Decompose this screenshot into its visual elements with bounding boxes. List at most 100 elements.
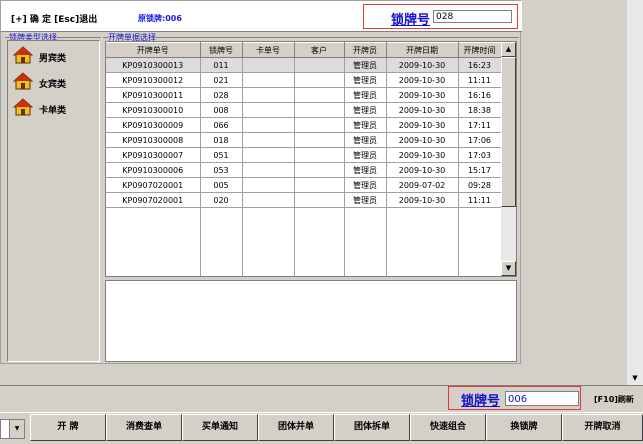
table-row[interactable]: KP0910300006 053 管理员 2009-10-30 15:17 [106, 162, 502, 178]
cancel-tab-button[interactable]: 开牌取消 [562, 414, 643, 441]
table-cell: 管理员 [344, 132, 387, 148]
scroll-up-icon[interactable]: ▲ [501, 42, 516, 57]
table-cell: 管理员 [344, 192, 387, 208]
house-icon [13, 72, 33, 90]
table-row[interactable]: KP0910300008 018 管理员 2009-10-30 17:06 [106, 132, 502, 148]
table-cell [242, 147, 295, 163]
column-header[interactable]: 客户 [294, 42, 345, 58]
table-cell: 管理员 [344, 102, 387, 118]
table-cell: 2009-10-30 [386, 162, 459, 178]
table-cell: 028 [200, 87, 243, 103]
current-lock-box: 锁牌号 006 [448, 386, 581, 410]
table-cell [242, 72, 295, 88]
category-item-card[interactable]: 卡单类 [11, 97, 93, 119]
table-row[interactable]: KP0910300012 021 管理员 2009-10-30 11:11 [106, 72, 502, 88]
table-cell [294, 57, 345, 73]
table-cell [242, 132, 295, 148]
original-lock-label: 原锁牌:006 [138, 14, 182, 23]
column-header[interactable]: 开牌时间 [458, 42, 502, 58]
category-list: 男宾类 女宾类 卡单类 [7, 40, 100, 362]
table-row[interactable]: KP0907020001 005 管理员 2009-07-02 09:28 [106, 177, 502, 193]
table-cell [294, 117, 345, 133]
scroll-thumb[interactable] [501, 57, 516, 207]
category-item-female[interactable]: 女宾类 [11, 71, 93, 93]
table-row[interactable]: KP0910300010 008 管理员 2009-10-30 18:38 [106, 102, 502, 118]
table-cell [242, 192, 295, 208]
table-cell [242, 117, 295, 133]
table-cell: 17:03 [458, 147, 502, 163]
table-cell: 管理员 [344, 147, 387, 163]
current-lock-input[interactable]: 006 [505, 391, 579, 406]
table-cell: 16:23 [458, 57, 502, 73]
scroll-down-icon[interactable]: ▼ [501, 261, 516, 276]
table-cell: 管理员 [344, 87, 387, 103]
mode-select[interactable]: ▼ [0, 419, 25, 439]
empty-row [106, 250, 502, 264]
column-header[interactable]: 卡单号 [242, 42, 295, 58]
refresh-hint[interactable]: [F10]刷新 [594, 394, 634, 405]
table-cell: KP0910300008 [106, 132, 201, 148]
table-cell: 011 [200, 57, 243, 73]
empty-row [106, 207, 502, 222]
table-scrollbar[interactable]: ▲ ▼ [501, 42, 516, 276]
table-cell: 管理员 [344, 177, 387, 193]
table-cell: KP0910300006 [106, 162, 201, 178]
table-row[interactable]: KP0910300007 051 管理员 2009-10-30 17:03 [106, 147, 502, 163]
header-commands[interactable]: [+] 确 定 [Esc]退出 [11, 12, 97, 25]
house-icon [13, 98, 33, 116]
category-label: 卡单类 [39, 106, 67, 116]
column-header[interactable]: 开牌日期 [386, 42, 459, 58]
table-cell [294, 177, 345, 193]
table-cell: 021 [200, 72, 243, 88]
new-lock-box: 锁牌号 028 [363, 4, 518, 29]
scroll-down-icon[interactable]: ▼ [627, 371, 643, 385]
table-cell: 2009-10-30 [386, 147, 459, 163]
column-header[interactable]: 开牌员 [344, 42, 387, 58]
checkout-notice-button[interactable]: 买单通知 [182, 414, 258, 441]
table-cell: KP0910300013 [106, 57, 201, 73]
table-cell: 2009-07-02 [386, 177, 459, 193]
new-lock-input[interactable]: 028 [433, 10, 512, 23]
table-row[interactable]: KP0910300009 066 管理员 2009-10-30 17:11 [106, 117, 502, 133]
table-cell: 11:11 [458, 192, 502, 208]
table-cell: 管理员 [344, 162, 387, 178]
table-cell: 066 [200, 117, 243, 133]
query-bill-button[interactable]: 消费查单 [106, 414, 182, 441]
table-row[interactable]: KP0907020001 020 管理员 2009-10-30 11:11 [106, 192, 502, 208]
window-scrollbar[interactable]: ▼ [627, 0, 643, 385]
empty-row [106, 236, 502, 250]
order-detail-pane [105, 280, 517, 362]
table-cell: 051 [200, 147, 243, 163]
table-cell: 18:38 [458, 102, 502, 118]
table-cell: 15:17 [458, 162, 502, 178]
table-cell [294, 192, 345, 208]
table-cell [294, 87, 345, 103]
group-split-button[interactable]: 团体拆单 [334, 414, 410, 441]
table-cell: 008 [200, 102, 243, 118]
table-cell: 020 [200, 192, 243, 208]
quick-combine-button[interactable]: 快速组合 [410, 414, 486, 441]
group-merge-button[interactable]: 团体并单 [258, 414, 334, 441]
table-row[interactable]: KP0910300013 011 管理员 2009-10-30 16:23 [106, 57, 502, 73]
table-cell: 018 [200, 132, 243, 148]
column-header[interactable]: 锁牌号 [200, 42, 243, 58]
change-lock-button[interactable]: 换锁牌 [486, 414, 562, 441]
table-row[interactable]: KP0910300011 028 管理员 2009-10-30 16:16 [106, 87, 502, 103]
table-cell [294, 132, 345, 148]
table-cell [242, 177, 295, 193]
column-header[interactable]: 开牌单号 [106, 42, 201, 58]
table-cell: KP0910300011 [106, 87, 201, 103]
table-cell: KP0910300010 [106, 102, 201, 118]
table-cell: KP0910300009 [106, 117, 201, 133]
table-cell: KP0910300012 [106, 72, 201, 88]
open-tab-button[interactable]: 开 牌 [30, 414, 106, 441]
table-cell: 005 [200, 177, 243, 193]
category-label: 女宾类 [39, 80, 67, 90]
chevron-down-icon[interactable]: ▼ [9, 420, 24, 438]
table-cell [242, 102, 295, 118]
category-item-male[interactable]: 男宾类 [11, 45, 93, 67]
table-cell [294, 162, 345, 178]
table-cell [294, 72, 345, 88]
table-cell: 16:16 [458, 87, 502, 103]
table-cell: 2009-10-30 [386, 102, 459, 118]
